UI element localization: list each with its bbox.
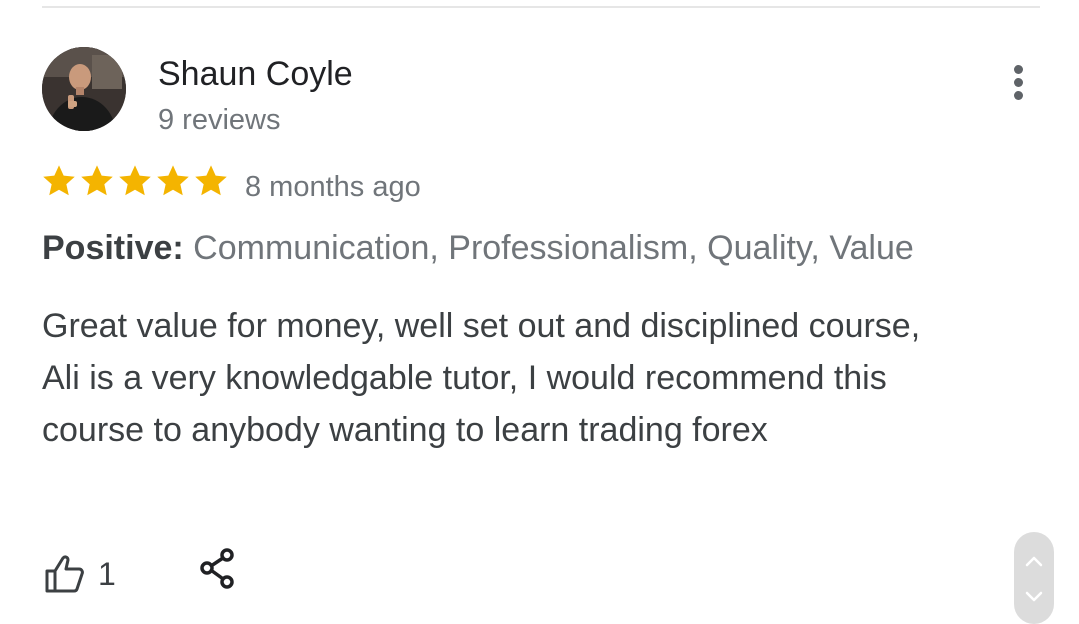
reviewer-avatar[interactable] [42,47,126,131]
scroll-control[interactable] [1014,532,1054,624]
share-icon [200,548,234,589]
like-button[interactable]: 1 [44,552,116,596]
more-vert-dot [1014,78,1023,87]
review-body: Great value for money, well set out and … [42,307,921,449]
more-vert-dot [1014,91,1023,100]
chevron-up-icon [1025,556,1043,567]
star-icon [81,165,113,196]
star-icon [157,165,189,196]
section-divider [42,6,1040,8]
reviewer-name[interactable]: Shaun Coyle [158,52,353,96]
star-icon [43,165,75,196]
review-highlights: Positive: Communication, Professionalism… [42,226,914,270]
scroll-up-button[interactable] [1014,544,1054,578]
thumb-up-icon [45,555,84,593]
more-vert-icon [1014,65,1023,74]
chevron-down-icon [1025,591,1043,602]
star-icon [119,165,151,196]
more-options-button[interactable] [1003,60,1035,106]
highlights-label: Positive: [42,229,184,267]
scroll-down-button[interactable] [1014,580,1054,614]
highlights-values: Communication, Professionalism, Quality,… [193,229,914,267]
star-icon [195,165,227,196]
like-count: 1 [98,556,116,592]
review-time: 8 months ago [245,171,421,203]
avatar-photo [42,47,126,131]
share-button[interactable] [196,547,240,591]
star-rating [41,163,229,205]
reviewer-review-count[interactable]: 9 reviews [158,101,281,139]
